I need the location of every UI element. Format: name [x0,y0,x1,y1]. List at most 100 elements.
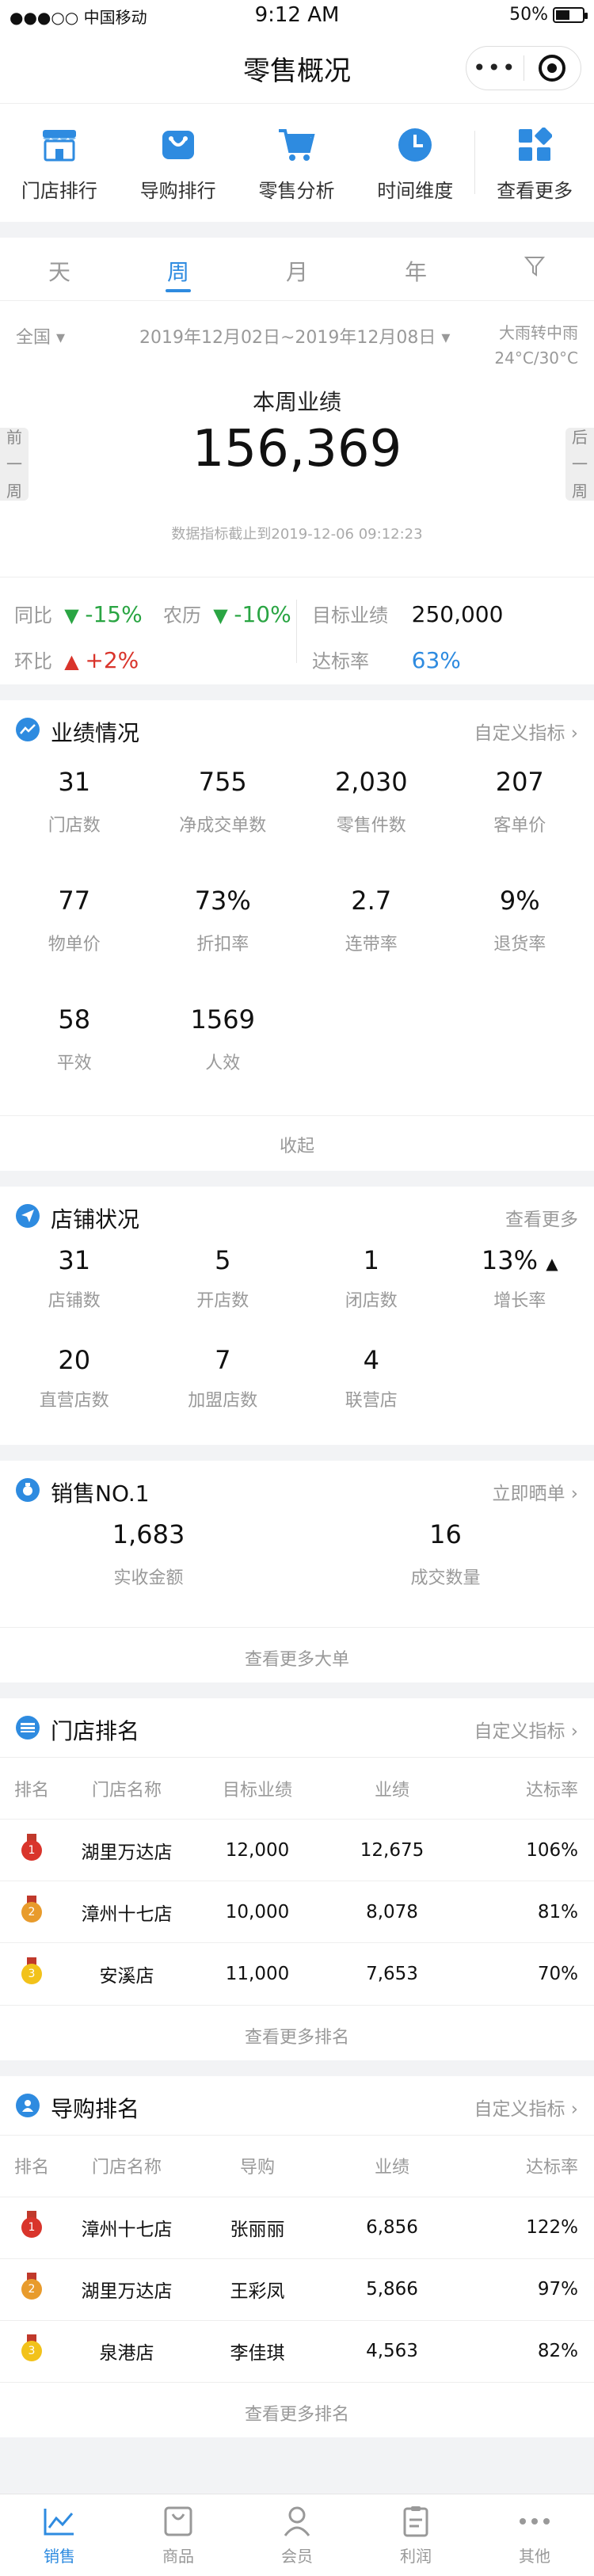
tab-members[interactable]: 会员 [238,2494,356,2576]
rate-metric: 达标率 63% [312,646,461,673]
down-arrow-icon: ▼ [58,604,79,627]
store-name: 漳州十七店 [63,2196,190,2258]
table-row[interactable]: 3 泉港店 李佳琪 4,563 82% [0,2319,594,2382]
metric-value: 58 [58,1004,91,1035]
more-menu-icon[interactable]: ••• [466,57,524,79]
metric-cell: 4 联营店 [297,1345,446,1445]
sales-value: 5,866 [325,2258,459,2320]
status-bar: ●●●○○ 中国移动 9:12 AM 50% [0,0,594,32]
table-row[interactable]: 2 湖里万达店 王彩凤 5,866 97% [0,2258,594,2320]
prev-week-button[interactable]: 前一周 [0,428,29,501]
table-row[interactable]: 3 安溪店 11,000 7,653 70% [0,1942,594,2005]
view-more-orders-button[interactable]: 查看更多大单 [0,1627,594,1682]
receipt-icon [356,2504,475,2539]
tab-day[interactable]: 天 [0,238,119,300]
table-row[interactable]: 1 漳州十七店 张丽丽 6,856 122% [0,2196,594,2258]
table-header: 排名 门店名称 导购 业绩 达标率 [0,2134,594,2197]
nav-guide-ranking[interactable]: 导购排行 [119,104,238,222]
period-tabs: 天 周 月 年 [0,238,594,301]
weather-desc: 大雨转中雨 [499,323,578,342]
tab-sales[interactable]: 销售 [0,2494,119,2576]
target-label: 目标业绩 [312,604,388,627]
metric-cell: 5 开店数 [149,1245,298,1345]
nav-store-ranking[interactable]: 门店排行 [0,104,119,222]
scope-label: 全国 [16,328,51,348]
tab-month[interactable]: 月 [238,238,356,300]
metric-label: 客单价 [493,816,546,836]
table-header: 排名 门店名称 目标业绩 业绩 达标率 [0,1757,594,1820]
col-rate: 达标率 [459,1757,594,1820]
lunar-value: -10% [234,601,291,627]
metric-value: 13% [481,1245,539,1275]
sales-no1-values: 1,683 实收金额 16 成交数量 [0,1519,594,1627]
tab-label: 销售 [44,2547,75,2566]
table-row[interactable]: 2 漳州十七店 10,000 8,078 81% [0,1881,594,1943]
card-header: 销售NO.1 立即晒单 › [0,1461,594,1519]
nav-time-dimension[interactable]: 时间维度 [356,104,474,222]
metric-label: 开店数 [196,1291,249,1311]
tab-profit[interactable]: 利润 [356,2494,475,2576]
guide-ranking-table: 排名 门店名称 导购 业绩 达标率 1 漳州十七店 张丽丽 6,856 122%… [0,2134,594,2382]
view-more-link[interactable]: 查看更多 [505,1204,578,1231]
sales-value: 6,856 [325,2196,459,2258]
performance-grid: 31 门店数 755 净成交单数 2,030 零售件数 207 客单价 77 物单价 73… [0,759,594,1115]
metric-value: 1,683 [112,1519,185,1549]
metric-cell: 207 客单价 [446,759,594,878]
view-more-ranking-button[interactable]: 查看更多排名 [0,2382,594,2437]
gold-medal-icon: 1 [20,2211,44,2239]
view-more-ranking-button[interactable]: 查看更多排名 [0,2004,594,2060]
tab-year[interactable]: 年 [356,238,475,300]
metric-cell: 16 成交数量 [297,1519,594,1627]
tab-products[interactable]: 商品 [119,2494,238,2576]
card-header: 导购排名 自定义指标 › [0,2076,594,2135]
tab-week[interactable]: 周 [119,238,238,300]
filter-button[interactable] [475,238,594,300]
metric-value: 31 [58,1245,91,1275]
guide-bag-icon [159,126,197,164]
bottom-tab-bar: 销售 商品 会员 利润 其他 [0,2494,594,2576]
metric-label: 闭店数 [345,1291,398,1311]
metric-cell: 77 物单价 [0,878,149,996]
card-header: 业绩情况 自定义指标 › [0,700,594,759]
dropdown-arrow-icon: ▾ [56,328,66,348]
col-store: 门店名称 [63,2134,190,2197]
metric-label: 实收金额 [113,1568,184,1588]
up-arrow-icon: ▲ [58,650,79,673]
nav-view-more[interactable]: 查看更多 [475,104,594,222]
customize-metrics-link[interactable]: 自定义指标 › [474,718,578,745]
user-icon [16,2093,40,2117]
customize-metrics-link[interactable]: 自定义指标 › [474,1716,578,1743]
collapse-button[interactable]: 收起 [0,1115,594,1171]
target-value: 10,000 [190,1881,325,1943]
rate-value: 106% [459,1819,594,1881]
next-week-button[interactable]: 后一周 [565,428,594,501]
nav-retail-analysis[interactable]: 零售分析 [238,104,356,222]
guide-ranking-card: 导购排名 自定义指标 › 排名 门店名称 导购 业绩 达标率 1 漳州十七店 张… [0,2075,594,2437]
metric-label: 折扣率 [196,935,249,955]
summary-panel: 全国 ▾ 2019年12月02日~2019年12月08日 ▾ 大雨转中雨 24°… [0,301,594,577]
customize-metrics-link[interactable]: 自定义指标 › [474,2094,578,2121]
tab-other[interactable]: 其他 [475,2494,594,2576]
scope-select[interactable]: 全国 ▾ [16,323,65,349]
metric-label: 物单价 [48,935,101,955]
mom-value: +2% [85,647,139,673]
lunar-metric: 农历 ▼ -10% [163,600,291,627]
yoy-value: -15% [85,601,143,627]
metric-value: 1569 [190,1004,255,1035]
status-time: 9:12 AM [254,3,340,27]
close-miniapp-button[interactable] [524,55,581,82]
metric-cell: 1,683 实收金额 [0,1519,297,1627]
store-status-card: 店铺状况 查看更多 31 店铺数 5 开店数 1 闭店数 13% ▲ 增长率 20 直营店… [0,1187,594,1445]
store-name: 泉港店 [63,2319,190,2382]
next-week-label: 后一周 [572,428,588,501]
filter-icon [524,257,546,276]
share-order-link[interactable]: 立即晒单 › [492,1478,578,1505]
link-label: 立即晒单 [492,1484,565,1504]
date-range-select[interactable]: 2019年12月02日~2019年12月08日 ▾ [139,323,450,349]
metric-value: 31 [58,767,91,797]
quick-nav: 门店排行 导购排行 零售分析 时间维度 查看更多 [0,103,594,222]
comparison-panel: 同比 ▼ -15% 农历 ▼ -10% 环比 ▲ +2% 目标业绩 250,00… [0,577,594,684]
down-arrow-icon: ▼ [207,604,228,627]
table-row[interactable]: 1 湖里万达店 12,000 12,675 106% [0,1819,594,1881]
chevron-right-icon: › [570,2098,578,2120]
